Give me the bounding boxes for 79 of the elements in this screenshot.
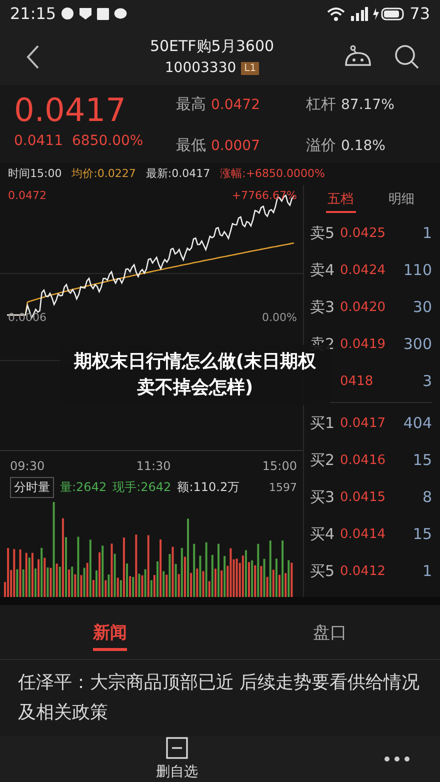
volume-max-label: 1597 xyxy=(269,480,297,494)
order-price: 0.0420 xyxy=(340,300,386,315)
level-label: 卖5 xyxy=(310,224,336,243)
news-headline[interactable]: 任泽平：大宗商品顶部已近 后续走势要看供给情况及相关政策 xyxy=(0,660,440,736)
high-percent-label: +7766.67% xyxy=(232,188,297,202)
shield-icon xyxy=(79,7,92,20)
order-price: 0.0416 xyxy=(340,452,386,468)
level-label: 买4 xyxy=(310,524,336,544)
section-tab[interactable]: 新闻 xyxy=(0,605,220,659)
robot-icon xyxy=(344,44,372,69)
order-volume: 8 xyxy=(422,488,432,506)
remove-watchlist-button[interactable]: 删自选 xyxy=(150,736,204,782)
stat-value: 0.18% xyxy=(341,138,386,154)
stat-label: 最低 xyxy=(176,136,206,156)
stat-value: 0.0007 xyxy=(211,138,260,154)
battery-level: 73 xyxy=(410,4,430,24)
order-price: 0.0419 xyxy=(340,336,386,352)
order-price: 0.0415 xyxy=(340,490,386,505)
order-volume: 30 xyxy=(412,298,432,316)
circle-icon xyxy=(61,7,74,20)
signal-icon xyxy=(350,6,368,21)
stat-label: 溢价 xyxy=(306,136,336,156)
stat-label: 杠杆 xyxy=(306,95,336,114)
price-change: 0.0411 xyxy=(14,133,63,150)
time-label: 11:30 xyxy=(136,458,171,473)
order-volume: 1 xyxy=(422,224,432,242)
volume-stat: 量:2642 xyxy=(60,478,107,496)
stat-label: 最高 xyxy=(176,95,206,114)
level-label: 买3 xyxy=(310,488,336,507)
order-volume: 15 xyxy=(412,525,432,544)
minus-box-icon xyxy=(166,737,188,759)
info-text: 时间15:00 xyxy=(8,166,62,182)
order-price: 0418 xyxy=(340,374,374,389)
wifi-icon xyxy=(326,6,345,21)
clock: 21:15 xyxy=(10,4,56,24)
order-volume: 1 xyxy=(422,562,432,580)
level-label: 买5 xyxy=(310,562,336,581)
volume-stat: 现手:2642 xyxy=(112,478,172,496)
change-percent: 6850.00% xyxy=(72,133,144,150)
level-badge: L1 xyxy=(241,62,260,75)
order-price: 0.0412 xyxy=(340,564,386,579)
info-text: 最新:0.0417 xyxy=(146,166,210,182)
search-icon xyxy=(394,44,420,70)
info-text: 涨幅:+6850.0000% xyxy=(220,166,325,182)
volume-tab[interactable]: 分时量 xyxy=(10,476,54,498)
level-label: 卖3 xyxy=(310,298,336,317)
level-label: 买2 xyxy=(310,450,336,470)
volume-stat: 额:110.2万 xyxy=(177,478,240,496)
more-icon xyxy=(384,756,410,762)
contract-title: 50ETF购5月3600 xyxy=(150,37,274,56)
order-volume: 300 xyxy=(403,335,432,354)
order-price: 0.0424 xyxy=(340,262,386,278)
level-label: 卖4 xyxy=(310,260,336,280)
battery-icon xyxy=(372,6,405,21)
order-price: 0.0414 xyxy=(340,526,386,542)
stat-value: 0.0472 xyxy=(211,97,260,114)
last-price: 0.0417 xyxy=(14,91,127,130)
chat-bubble-icon xyxy=(114,8,128,20)
base-price-label: 0.0006 xyxy=(8,310,46,324)
stat-value: 87.17% xyxy=(341,97,394,114)
high-price-label: 0.0472 xyxy=(8,188,46,202)
order-price: 0.0417 xyxy=(340,416,386,431)
section-tab[interactable]: 盘口 xyxy=(220,605,440,659)
order-volume: 15 xyxy=(412,451,432,470)
info-text: 均价:0.0227 xyxy=(72,166,136,182)
order-volume: 3 xyxy=(422,372,432,390)
order-book-tab[interactable]: 明细 xyxy=(386,186,416,213)
order-book-tab[interactable]: 五档 xyxy=(326,186,356,213)
order-volume: 110 xyxy=(403,261,432,280)
caption-banner: 期权末日行情怎么做(末日期权卖不掉会怎样) xyxy=(60,344,330,405)
time-label: 15:00 xyxy=(262,458,297,473)
order-price: 0.0425 xyxy=(340,226,386,241)
base-percent-label: 0.00% xyxy=(262,310,297,324)
app-icon xyxy=(97,8,110,20)
time-label: 09:30 xyxy=(10,458,45,473)
back-icon xyxy=(26,44,40,70)
level-label: 买1 xyxy=(310,414,336,433)
contract-code: 10003330 xyxy=(164,60,236,76)
order-volume: 404 xyxy=(403,414,432,432)
